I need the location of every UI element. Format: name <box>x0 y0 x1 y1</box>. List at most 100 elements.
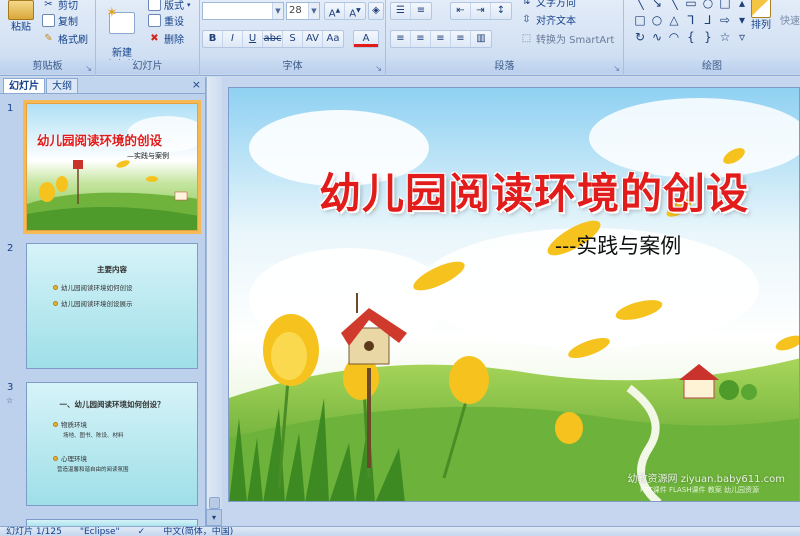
align-center-icon[interactable]: ≡ <box>411 31 431 47</box>
arrange-button[interactable]: 排列 <box>748 0 774 32</box>
slide-number: 3 <box>7 382 14 393</box>
italic-icon[interactable]: I <box>223 31 243 47</box>
tab-outline[interactable]: 大纲 <box>46 78 78 93</box>
dialog-launcher-icon[interactable]: ↘ <box>613 64 620 73</box>
rect-icon[interactable]: ▭ <box>683 0 699 11</box>
watermark-text: 幼教资源网 ziyuan.baby611.com <box>627 474 785 485</box>
close-icon[interactable]: × <box>192 77 201 93</box>
smartart-button[interactable]: ⬚ 转换为 SmartArt <box>520 31 615 46</box>
numbering-icon[interactable]: ≡ <box>411 3 431 19</box>
change-case-icon[interactable]: Aa <box>323 31 343 47</box>
grow-font-icon[interactable]: A▲ <box>325 3 345 19</box>
drawing-group: ╲ ↘ ╲ ▭ ○ □ ▴ □ ○ △ ⅂ ⅃ ⇨ ▾ ↻ ∿ ◠{} ☆ ▿ 排列 快速 绘图 <box>624 0 800 76</box>
delete-button[interactable]: ✖ 删除 <box>148 31 184 46</box>
bullet-icon <box>53 284 58 290</box>
list-subitem: 营造温馨和谐自由的阅读氛围 <box>57 467 129 473</box>
font-style-toolbar: B I U abc S AV Aa <box>202 30 344 48</box>
chevron-down-icon: ▼ <box>272 3 283 19</box>
panel-scrollbar[interactable] <box>206 77 222 526</box>
dialog-launcher-icon[interactable]: ↘ <box>375 64 382 73</box>
slide-thumbnail-2[interactable]: 主要内容 幼儿园阅读环境如何创设 幼儿园阅读环境创设展示 <box>26 243 198 369</box>
char-spacing-icon[interactable]: AV <box>303 31 323 47</box>
bend-icon[interactable]: ↻ <box>632 30 648 45</box>
increase-indent-icon[interactable]: ⇥ <box>471 3 491 19</box>
list-item: 心理环境 <box>53 453 87 463</box>
align-right-icon[interactable]: ≡ <box>431 31 451 47</box>
cut-button[interactable]: ✂ 剪切 <box>42 0 78 12</box>
arc-icon[interactable]: ◠ <box>666 30 682 45</box>
bullets-icon[interactable]: ☰ <box>391 3 411 19</box>
clipboard-group: 粘贴 ✂ 剪切 复制 ✎ 格式刷 剪贴板 ↘ <box>0 0 96 76</box>
brace-icon[interactable]: } <box>700 30 716 45</box>
split-handle-icon[interactable]: ▾ <box>206 509 222 526</box>
status-bar: 幻灯片 1/125 "Eclipse" ✓ 中文(简体，中国) <box>0 526 800 536</box>
line-icon[interactable]: ╲ <box>632 0 648 11</box>
arrow-right-icon[interactable]: ⇨ <box>717 13 733 28</box>
rect-icon[interactable]: □ <box>717 0 733 11</box>
align-text-button[interactable]: ⇳ 对齐文本 <box>520 12 576 27</box>
clipboard-group-label: 剪贴板 <box>0 60 95 74</box>
slide-subtitle[interactable]: ---实践与案例 <box>555 230 681 260</box>
layout-button[interactable]: 版式 ▾ <box>148 0 191 12</box>
slides-group-label: 幻灯片 <box>96 60 199 74</box>
connector-icon[interactable]: ⅃ <box>700 13 716 28</box>
copy-button[interactable]: 复制 <box>42 13 78 28</box>
list-item: 幼儿园阅读环境如何创设 <box>53 282 133 292</box>
tab-slides[interactable]: 幻灯片 <box>3 78 45 93</box>
slide-title[interactable]: 幼儿园阅读环境的创设 <box>269 160 799 221</box>
clear-format-icon[interactable]: ◈ <box>369 3 383 19</box>
slides-panel: 幻灯片 大纲 × 1 幼儿园阅读环境的创设 —实践与案例 2 主要内容 幼儿园阅… <box>0 77 206 529</box>
more-icon[interactable]: ▿ <box>734 30 750 45</box>
decrease-indent-icon[interactable]: ⇤ <box>451 3 471 19</box>
text-direction-button[interactable]: ⇅ 文字方向 <box>520 0 576 9</box>
strikethrough-icon[interactable]: abc <box>263 31 283 47</box>
slide-thumbnail-3[interactable]: 一、幼儿园阅读环境如何创设？ 物质环境 场地、图书、陈设、材料 心理环境 营造温… <box>26 382 198 506</box>
paragraph-group-label: 段落 <box>386 60 623 74</box>
language-status[interactable]: 中文(简体，中国) <box>163 527 233 536</box>
thumbnail-2-heading: 主要内容 <box>97 265 127 274</box>
triangle-icon[interactable]: △ <box>666 13 682 28</box>
bold-icon[interactable]: B <box>203 31 223 47</box>
current-slide[interactable]: 幼儿园阅读环境的创设 ---实践与案例 幼教资源网 ziyuan.baby611… <box>228 87 800 502</box>
oval-icon[interactable]: ○ <box>700 0 716 11</box>
shapes-gallery[interactable]: ╲ ↘ ╲ ▭ ○ □ ▴ □ ○ △ ⅂ ⅃ ⇨ ▾ ↻ ∿ ◠{} ☆ ▿ <box>632 0 750 45</box>
rect-icon[interactable]: □ <box>632 13 648 28</box>
slide-number: 2 <box>7 243 14 254</box>
list-item: 物质环境 <box>53 419 87 429</box>
slide-thumbnail-1[interactable]: 幼儿园阅读环境的创设 —实践与案例 <box>23 100 201 234</box>
thumbnail-1-illustration <box>27 116 197 230</box>
scrollbar-thumb[interactable] <box>209 497 220 509</box>
text-direction-icon: ⇅ <box>522 0 531 7</box>
justify-icon[interactable]: ≡ <box>451 31 471 47</box>
underline-icon[interactable]: U <box>243 31 263 47</box>
connector-icon[interactable]: ⅂ <box>683 13 699 28</box>
font-name-combo[interactable]: ▼ <box>202 2 284 20</box>
font-size-combo[interactable]: 28 ▼ <box>286 2 320 20</box>
columns-icon[interactable]: ▥ <box>471 31 491 47</box>
line-spacing-icon[interactable]: ↕ <box>491 3 511 19</box>
smartart-icon: ⬚ <box>521 33 532 44</box>
font-color-icon[interactable]: A <box>354 31 378 47</box>
curve-icon[interactable]: ∿ <box>649 30 665 45</box>
oval-icon[interactable]: ○ <box>649 13 665 28</box>
theme-name: "Eclipse" <box>79 527 120 536</box>
align-text-icon: ⇳ <box>522 14 531 25</box>
list-subitem: 场地、图书、陈设、材料 <box>63 433 124 439</box>
format-painter-button[interactable]: ✎ 格式刷 <box>42 31 88 46</box>
dialog-launcher-icon[interactable]: ↘ <box>85 64 92 73</box>
copy-icon <box>42 14 55 27</box>
shrink-font-icon[interactable]: A▼ <box>345 3 365 19</box>
quick-styles-button[interactable]: 快速 <box>778 16 800 28</box>
star-icon[interactable]: ☆ <box>717 30 733 45</box>
arrow-icon[interactable]: ↘ <box>649 0 665 11</box>
shadow-icon[interactable]: S <box>283 31 303 47</box>
line-icon[interactable]: ╲ <box>666 0 682 11</box>
align-left-icon[interactable]: ≡ <box>391 31 411 47</box>
paste-button[interactable]: 粘贴 <box>6 0 36 34</box>
spellcheck-icon[interactable]: ✓ <box>138 527 146 536</box>
watermark-small-text: PPT课件 FLASH课件 教案 幼儿园资源 <box>640 486 759 494</box>
panel-tabs: 幻灯片 大纲 × <box>0 77 205 94</box>
brace-icon[interactable]: { <box>683 30 699 45</box>
slide-counter: 幻灯片 1/125 <box>6 527 62 536</box>
reset-button[interactable]: 重设 <box>148 13 184 28</box>
